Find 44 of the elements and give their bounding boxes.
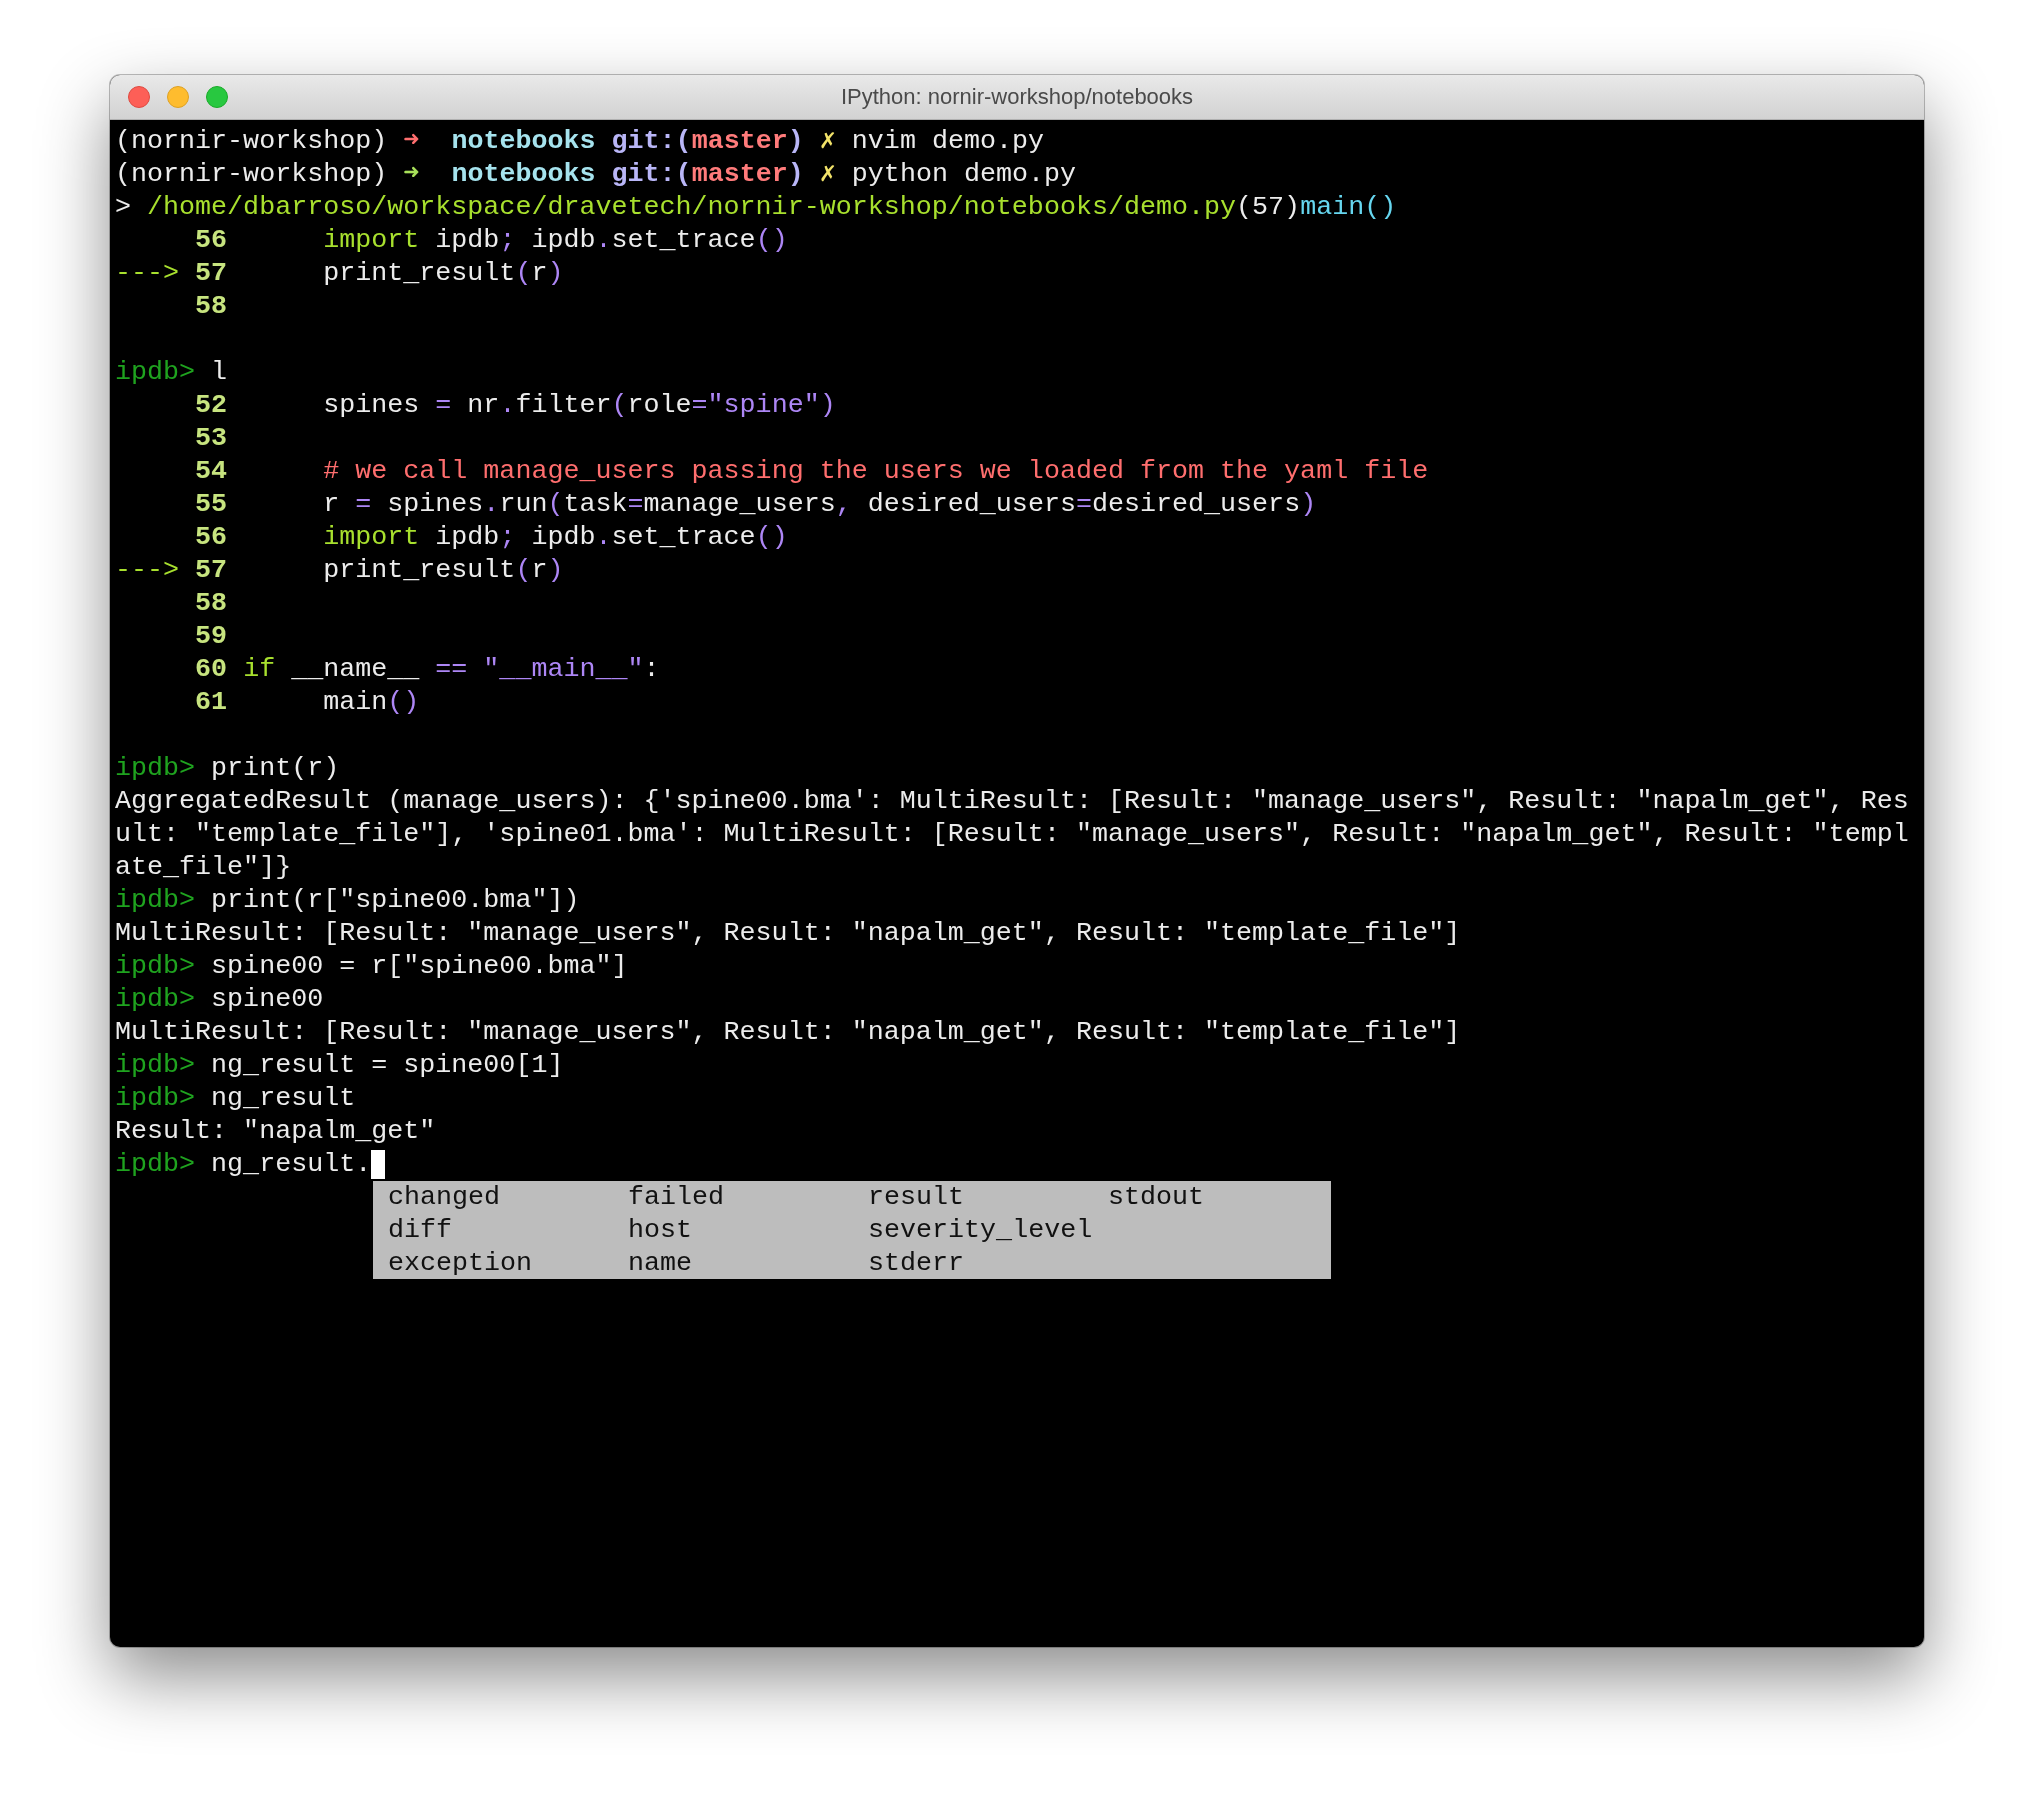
terminal-line: 55 r = spines.run(task=manage_users, desired_users=desired_users)	[194, 488, 1317, 521]
terminal-line: 54 # we call manage_users passing the users we loaded from the yaml file	[194, 455, 1429, 488]
terminal-line: 60 if __name__ == "__main__":	[194, 653, 660, 686]
terminal-line: 52 spines = nr.filter(role="spine")	[194, 389, 836, 422]
completion-item[interactable]: diff	[388, 1214, 453, 1247]
terminal-line: ipdb> l	[115, 356, 228, 389]
close-button[interactable]	[128, 86, 150, 108]
terminal-line: ate_file"]}	[115, 851, 292, 884]
terminal-line: Result: "napalm_get"	[115, 1115, 436, 1148]
zoom-button[interactable]	[206, 86, 228, 108]
completion-item[interactable]: result	[868, 1181, 965, 1214]
terminal-line: 58	[194, 587, 228, 620]
minimize-button[interactable]	[167, 86, 189, 108]
terminal-line: 61 main()	[194, 686, 420, 719]
terminal-line: ult: "template_file"], 'spine01.bma': MultiResult: [Result: "manage_users", Result: "napalm_get", Result: "templ	[115, 818, 1909, 851]
terminal-line: 56 import ipdb; ipdb.set_trace()	[194, 521, 788, 554]
terminal-line: (nornir-workshop) ➜ notebooks git:(master) ✗ python demo.py	[115, 158, 1077, 191]
completion-item[interactable]: name	[628, 1247, 693, 1280]
terminal-line: ipdb> ng_result.	[115, 1148, 372, 1181]
terminal-line: ipdb> ng_result = spine00[1]	[115, 1049, 564, 1082]
terminal-line: AggregatedResult (manage_users): {'spine00.bma': MultiResult: [Result: "manage_users", Result: "napalm_get", Res	[115, 785, 1909, 818]
terminal-line: MultiResult: [Result: "manage_users", Result: "napalm_get", Result: "template_file"]	[115, 1016, 1461, 1049]
terminal-line: ---> 57 print_result(r)	[115, 554, 564, 587]
terminal-line: 58	[194, 290, 228, 323]
completion-item[interactable]: stderr	[868, 1247, 965, 1280]
terminal-line: ipdb> spine00 = r["spine00.bma"]	[115, 950, 628, 983]
terminal-line: ipdb> print(r["spine00.bma"])	[115, 884, 580, 917]
terminal-line: 59	[194, 620, 228, 653]
terminal-line: ---> 57 print_result(r)	[115, 257, 564, 290]
completion-item[interactable]: stdout	[1108, 1181, 1205, 1214]
terminal-line: 53	[194, 422, 228, 455]
completion-item[interactable]: failed	[628, 1181, 725, 1214]
terminal-line: 56 import ipdb; ipdb.set_trace()	[194, 224, 788, 257]
terminal-line: (nornir-workshop) ➜ notebooks git:(master) ✗ nvim demo.py	[115, 125, 1045, 158]
completion-item[interactable]: changed	[388, 1181, 501, 1214]
completion-item[interactable]: severity_level	[868, 1214, 1093, 1247]
terminal-line: MultiResult: [Result: "manage_users", Result: "napalm_get", Result: "template_file"]	[115, 917, 1461, 950]
terminal-line: ipdb> print(r)	[115, 752, 340, 785]
terminal-line: > /home/dbarroso/workspace/dravetech/nornir-workshop/notebooks/demo.py(57)main()	[115, 191, 1397, 224]
terminal-line: ipdb> spine00	[115, 983, 324, 1016]
terminal-line: ipdb> ng_result	[115, 1082, 356, 1115]
completion-item[interactable]: host	[628, 1214, 693, 1247]
completion-item[interactable]: exception	[388, 1247, 533, 1280]
window-title: IPython: nornir-workshop/notebooks	[840, 84, 1194, 110]
